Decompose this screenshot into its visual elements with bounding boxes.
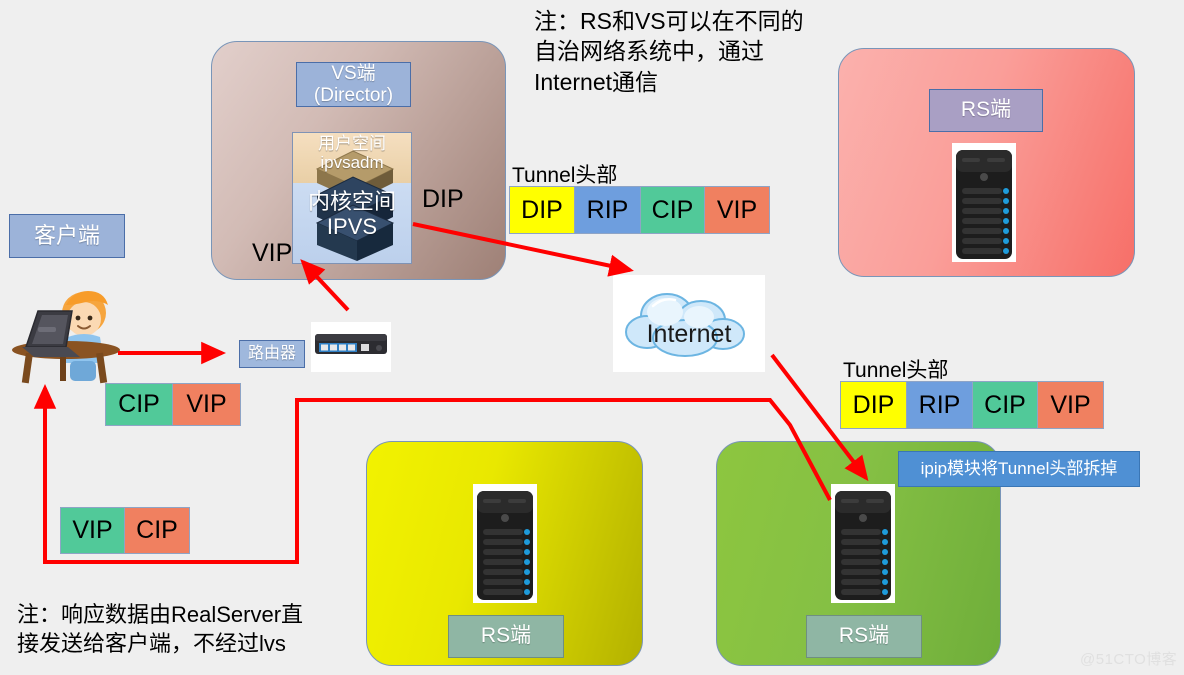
response-packet: VIP CIP <box>60 507 190 554</box>
packet-cell: RIP <box>907 382 973 428</box>
packet-cell: VIP <box>61 508 125 553</box>
kernel-space-label: 内核空间 IPVS <box>307 189 396 240</box>
packet-cell: VIP <box>705 187 769 233</box>
note-bottom-left: 注：响应数据由RealServer直 接发送给客户端，不经过lvs <box>17 602 304 657</box>
vip-label: VIP <box>252 239 293 267</box>
packet-cell: CIP <box>641 187 705 233</box>
tunnel-header-label-top: Tunnel头部 <box>512 164 618 187</box>
rs-bottom-right-label: RS端 <box>838 624 890 648</box>
request-packet: CIP VIP <box>105 383 241 426</box>
router-device-icon <box>315 334 387 354</box>
packet-cell: DIP <box>510 187 575 233</box>
client-label-plate: 客户端 <box>9 214 125 258</box>
rs-bottom-right-server-icon <box>835 491 891 600</box>
client-label: 客户端 <box>33 223 100 249</box>
ipip-callout: ipip模块将Tunnel头部拆掉 <box>898 451 1140 487</box>
packet-cell: CIP <box>106 384 173 425</box>
packet-cell: CIP <box>973 382 1038 428</box>
rs-top-right-label: RS端 <box>960 98 1012 122</box>
diagram-canvas: VS端 (Director) 用户空间 ipvsadm 内核空间 IPVS DI… <box>0 0 1184 675</box>
rs-top-right-server-icon <box>956 150 1012 259</box>
dip-label: DIP <box>422 185 464 213</box>
packet-cell: DIP <box>841 382 907 428</box>
rs-bottom-left-server-icon <box>477 491 533 600</box>
tunnel-header-label-bottom: Tunnel头部 <box>843 359 949 382</box>
vs-title-plate: VS端 (Director) <box>296 62 411 107</box>
vs-title-label: VS端 (Director) <box>313 62 394 106</box>
note-top-right: 注：RS和VS可以在不同的 自治网络系统中，通过 Internet通信 <box>534 8 804 95</box>
packet-cell: VIP <box>173 384 240 425</box>
rs-bottom-left-label: RS端 <box>480 624 532 648</box>
packet-cell: VIP <box>1038 382 1103 428</box>
rs-bottom-left-label-plate: RS端 <box>448 615 564 658</box>
internet-label: Internet <box>646 320 732 348</box>
ipvs-stack: 用户空间 ipvsadm 内核空间 IPVS <box>292 132 412 264</box>
router-label: 路由器 <box>247 344 296 362</box>
watermark: @51CTO博客 <box>1080 651 1178 668</box>
rs-bottom-right-label-plate: RS端 <box>806 615 922 658</box>
tunnel-packet-top: DIP RIP CIP VIP <box>509 186 770 234</box>
router-label-plate: 路由器 <box>239 340 305 368</box>
user-space-label: 用户空间 ipvsadm <box>318 134 386 172</box>
ipip-callout-label: ipip模块将Tunnel头部拆掉 <box>920 459 1118 479</box>
packet-cell: RIP <box>575 187 641 233</box>
packet-cell: CIP <box>125 508 189 553</box>
tunnel-packet-bottom: DIP RIP CIP VIP <box>840 381 1104 429</box>
rs-top-right-label-plate: RS端 <box>929 89 1043 132</box>
client-person-icon <box>12 291 120 384</box>
